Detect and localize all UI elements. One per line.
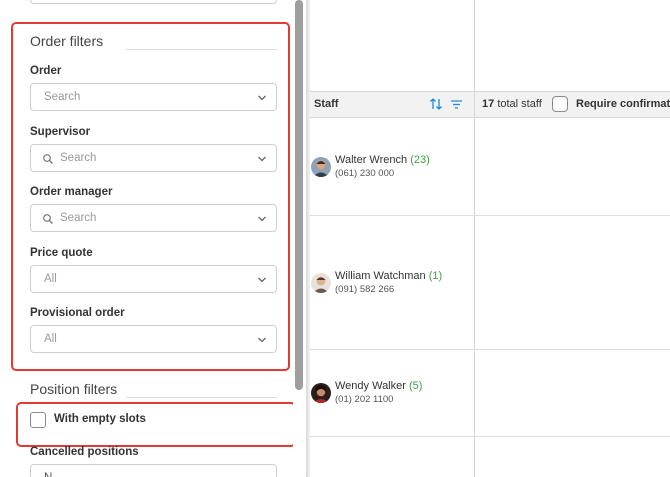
staff-assignment-count: (5) <box>408 380 423 392</box>
person-avatar-icon <box>311 157 331 177</box>
row-divider <box>310 349 670 350</box>
staff-assignment-count: (23) <box>410 154 430 166</box>
staff-phone: (01) 202 1100 <box>335 394 394 405</box>
person-avatar-icon <box>311 273 331 293</box>
sort-icon[interactable] <box>430 98 442 110</box>
staff-name[interactable]: Walter Wrench (23) <box>335 154 430 166</box>
empty-slots-highlight <box>16 402 296 447</box>
avatar[interactable] <box>311 157 331 177</box>
row-divider <box>310 436 670 437</box>
header-divider <box>474 92 475 118</box>
total-staff-count: 17 total staff <box>482 98 542 110</box>
position-filters-title: Position filters <box>30 381 118 397</box>
total-staff-number: 17 <box>482 98 495 110</box>
cancelled-positions-select[interactable]: N <box>30 464 277 477</box>
avatar[interactable] <box>311 273 331 293</box>
top-input-partial[interactable] <box>30 0 277 4</box>
staff-name[interactable]: William Watchman (1) <box>335 270 442 282</box>
staff-phone: (061) 230 000 <box>335 168 395 179</box>
panel-scrollbar-thumb[interactable] <box>295 0 303 390</box>
cancelled-positions-label: Cancelled positions <box>30 446 139 458</box>
filter-icon[interactable] <box>451 100 462 109</box>
cancelled-positions-value: N <box>44 472 52 477</box>
row-divider <box>310 215 670 216</box>
staff-name[interactable]: Wendy Walker (5) <box>335 380 422 392</box>
staff-phone: (091) 582 266 <box>335 284 395 295</box>
staff-column-header: Staff <box>314 98 339 110</box>
section-divider <box>126 397 277 398</box>
sort-filter-icons <box>430 98 462 110</box>
staff-assignment-count: (1) <box>428 270 443 282</box>
order-filters-highlight <box>11 22 290 371</box>
staff-grid <box>310 0 670 477</box>
avatar[interactable] <box>311 383 331 403</box>
column-divider <box>474 0 475 477</box>
staff-name-text: Wendy Walker <box>335 380 406 392</box>
require-confirmation-checkbox[interactable] <box>552 96 568 112</box>
staff-name-text: Walter Wrench <box>335 154 408 166</box>
require-confirmation-label: Require confirmatio <box>576 98 670 110</box>
staff-name-text: William Watchman <box>335 270 426 282</box>
total-staff-suffix: total staff <box>497 98 542 110</box>
filter-panel: Order filters Order Search Supervisor Se… <box>0 0 306 477</box>
person-avatar-icon <box>311 383 331 403</box>
